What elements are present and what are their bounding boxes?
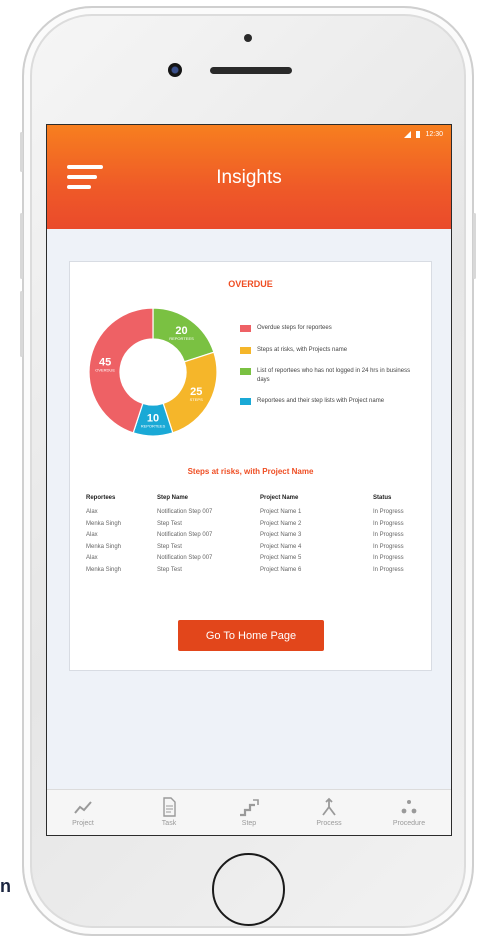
- column-header: Reportees: [86, 495, 116, 501]
- table-row[interactable]: Alax Notification Step 007 Project Name …: [86, 532, 421, 544]
- signal-icon: [404, 131, 412, 138]
- legend-swatch: [240, 398, 251, 405]
- table-row[interactable]: Menka Singh Step Test Project Name 4 In …: [86, 544, 421, 556]
- nav-label: Procedure: [392, 820, 426, 827]
- dots-icon: [401, 800, 417, 814]
- legend-item-overdue: Overdue steps for reportees: [240, 324, 419, 333]
- status-cell: In Progress: [373, 543, 404, 550]
- edge-text: n: [0, 876, 11, 896]
- table-row[interactable]: Menka Singh Step Test Project Name 2 In …: [86, 521, 421, 533]
- nav-item-step[interactable]: Step: [219, 796, 279, 827]
- page-title: Insights: [216, 167, 282, 188]
- status-cell: In Progress: [373, 509, 404, 515]
- reportee-cell: Alax: [86, 509, 98, 515]
- step-name-cell: Notification Step 007: [157, 555, 213, 561]
- merge-arrow-icon: [322, 797, 336, 816]
- slice-category-label: STEPS: [190, 397, 203, 402]
- go-to-home-page-button[interactable]: Go To Home Page: [178, 620, 324, 651]
- legend-label: Reportees and their step lists with Proj…: [257, 398, 385, 404]
- slice-category-label: REPORTEES: [141, 424, 166, 429]
- nav-label: Project: [72, 820, 94, 827]
- stairs-icon: [240, 799, 259, 817]
- status-bar: 12:30: [404, 131, 443, 138]
- status-cell: In Progress: [373, 555, 404, 561]
- power-button: [473, 213, 476, 279]
- overdue-card: OVERDUE 20 REPORTEES 25 STEPS 10 REPORTEES 45 O…: [69, 261, 432, 671]
- table-row[interactable]: Alax Notification Step 007 Project Name …: [86, 509, 421, 521]
- column-header: Status: [373, 495, 392, 501]
- legend-item-steps: Steps at risks, with Projects name: [240, 346, 419, 355]
- table-header-row: Reportees Step Name Project Name Status: [86, 495, 421, 509]
- project-name-cell: Project Name 3: [260, 532, 302, 538]
- project-name-cell: Project Name 2: [260, 520, 302, 527]
- legend-item-reportees: Reportees and their step lists with Proj…: [240, 397, 419, 406]
- project-name-cell: Project Name 6: [260, 566, 302, 573]
- step-name-cell: Step Test: [157, 520, 182, 527]
- reportee-cell: Menka Singh: [86, 566, 122, 573]
- status-cell: In Progress: [373, 566, 404, 573]
- table-row[interactable]: Menka Singh Step Test Project Name 6 In …: [86, 567, 421, 579]
- overdue-title: OVERDUE: [228, 279, 273, 289]
- earpiece-speaker: [210, 67, 292, 74]
- slice-category-label: OVERDUE: [95, 367, 115, 372]
- document-icon: [163, 797, 176, 817]
- legend-swatch: [240, 368, 251, 375]
- nav-label: Step: [241, 820, 257, 827]
- front-camera: [168, 63, 182, 77]
- home-button[interactable]: [212, 853, 285, 926]
- legend-label: Overdue steps for reportees: [257, 325, 332, 331]
- status-cell: In Progress: [373, 520, 404, 527]
- table-row[interactable]: Alax Notification Step 007 Project Name …: [86, 555, 421, 567]
- nav-item-task[interactable]: Task: [139, 796, 199, 827]
- status-time: 12:30: [425, 131, 443, 138]
- column-header: Step Name: [157, 495, 189, 501]
- reportee-cell: Menka Singh: [86, 520, 122, 527]
- reportee-cell: Menka Singh: [86, 543, 122, 550]
- legend-swatch: [240, 325, 251, 332]
- proximity-sensor: [244, 34, 252, 42]
- step-name-cell: Notification Step 007: [157, 532, 213, 538]
- nav-item-procedure[interactable]: Procedure: [379, 796, 439, 827]
- legend-item-not-logged: List of reportees who has not logged in …: [240, 367, 419, 385]
- app-header: 12:30 Insights: [47, 125, 451, 229]
- overdue-donut-chart: 20REPORTEES25STEPS10REPORTEES45OVERDUE: [88, 307, 218, 437]
- reportee-cell: Alax: [86, 555, 98, 561]
- project-name-cell: Project Name 4: [260, 543, 302, 550]
- reportee-cell: Alax: [86, 532, 98, 538]
- risks-table-title: Steps at risks, with Project Name: [187, 467, 314, 476]
- bottom-navigation: Project Task Step Process Procedure: [47, 789, 451, 835]
- volume-down-button: [20, 291, 23, 357]
- nav-item-project[interactable]: Project: [53, 796, 113, 827]
- mute-switch: [20, 132, 23, 172]
- battery-icon: [416, 131, 421, 138]
- trend-line-icon: [74, 801, 92, 814]
- step-name-cell: Notification Step 007: [157, 509, 213, 515]
- volume-up-button: [20, 213, 23, 279]
- legend-swatch: [240, 347, 251, 354]
- legend-label: List of reportees who has not logged in …: [257, 368, 411, 383]
- status-cell: In Progress: [373, 532, 404, 538]
- nav-label: Task: [161, 820, 177, 827]
- app-screen: 12:30 Insights OVERDUE 20 REPORTEES 25 STEP…: [46, 124, 452, 836]
- step-name-cell: Step Test: [157, 566, 182, 573]
- legend-label: Steps at risks, with Projects name: [257, 347, 348, 353]
- step-name-cell: Step Test: [157, 543, 182, 550]
- project-name-cell: Project Name 5: [260, 555, 302, 561]
- risks-table: Reportees Step Name Project Name Status …: [86, 495, 421, 578]
- column-header: Project Name: [260, 495, 299, 501]
- nav-label: Process: [316, 820, 342, 827]
- project-name-cell: Project Name 1: [260, 509, 302, 515]
- slice-category-label: REPORTEES: [169, 336, 194, 341]
- nav-item-process[interactable]: Process: [299, 796, 359, 827]
